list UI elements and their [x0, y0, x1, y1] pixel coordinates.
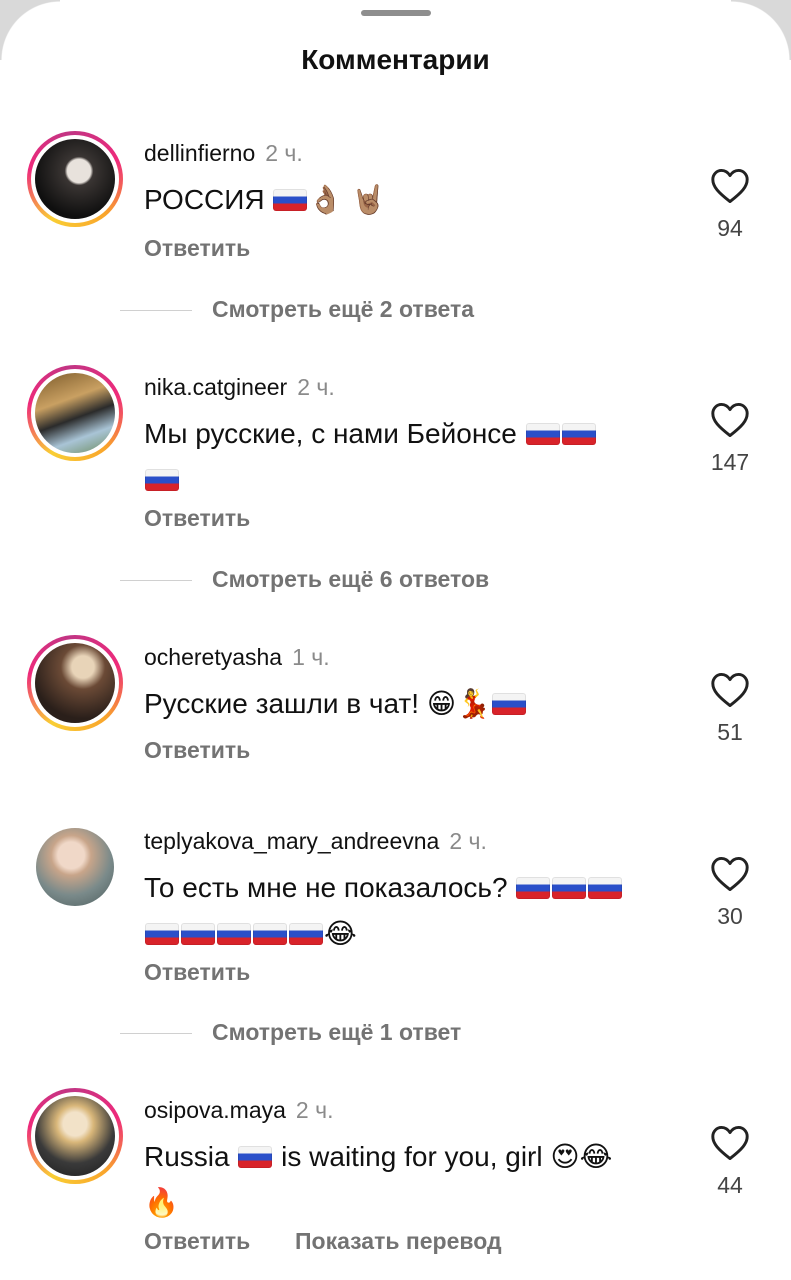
- russia-flag-icon: [253, 923, 287, 945]
- divider: [120, 310, 192, 311]
- reply-button[interactable]: Ответить: [144, 1228, 250, 1255]
- like-button[interactable]: 44: [708, 1125, 752, 1199]
- laugh-tears-emoji-icon: 😂: [579, 1140, 613, 1173]
- like-count: 30: [717, 903, 743, 929]
- russia-flag-icon: [273, 189, 308, 211]
- reply-button[interactable]: Ответить: [144, 959, 250, 986]
- heart-outline-icon: [711, 1125, 749, 1161]
- comment-text: То есть мне не показалось? 😂: [144, 865, 669, 957]
- russia-flag-icon: [145, 923, 179, 945]
- comment-username[interactable]: ocheretyasha: [144, 644, 282, 670]
- comment-text: Мы русские, с нами Бейонсе: [144, 411, 669, 503]
- russia-flag-icon: [238, 1146, 273, 1168]
- comment-time: 2 ч.: [297, 374, 335, 400]
- show-translation-button[interactable]: Показать перевод: [295, 1228, 502, 1255]
- russia-flag-icon: [145, 469, 179, 491]
- heart-outline-icon: [711, 402, 749, 438]
- comment-text: Русские зашли в чат! 😁💃: [144, 681, 669, 727]
- avatar[interactable]: [27, 635, 123, 731]
- comment-username[interactable]: nika.catgineer: [144, 374, 287, 400]
- reply-button[interactable]: Ответить: [144, 737, 250, 764]
- like-count: 51: [717, 719, 743, 745]
- laugh-tears-emoji-icon: 😂: [324, 917, 357, 950]
- grin-emoji-icon: 😁: [426, 687, 457, 720]
- avatar[interactable]: [36, 828, 114, 906]
- heart-outline-icon: [711, 672, 749, 708]
- heart-outline-icon: [711, 168, 749, 204]
- comments-sheet: Комментарии dellinfierno 2 ч. РОССИЯ 👌🏽 🤘…: [0, 0, 791, 1280]
- russia-flag-icon: [561, 423, 596, 445]
- like-count: 147: [710, 449, 750, 475]
- comment-time: 2 ч.: [449, 828, 487, 854]
- divider: [120, 580, 192, 581]
- comment-time: 2 ч.: [265, 140, 303, 166]
- like-button[interactable]: 94: [708, 168, 752, 242]
- russia-flag-icon: [181, 923, 215, 945]
- like-button[interactable]: 147: [708, 402, 752, 476]
- like-count: 44: [717, 1172, 743, 1198]
- drag-handle[interactable]: [361, 10, 431, 16]
- comment-username[interactable]: teplyakova_mary_andreevna: [144, 828, 439, 854]
- like-count: 94: [717, 215, 743, 241]
- divider: [120, 1033, 192, 1034]
- russia-flag-icon: [289, 923, 323, 945]
- russia-flag-icon: [525, 423, 560, 445]
- like-button[interactable]: 30: [708, 856, 752, 930]
- reply-button[interactable]: Ответить: [144, 505, 250, 532]
- russia-flag-icon: [516, 877, 551, 899]
- fire-emoji-icon: 🔥: [144, 1186, 179, 1219]
- comment-text: Russia is waiting for you, girl 😍😂 🔥: [144, 1140, 613, 1219]
- reply-button[interactable]: Ответить: [144, 235, 250, 262]
- russia-flag-icon: [491, 693, 526, 715]
- ok-hand-icon: 👌🏽: [308, 183, 344, 216]
- comment-username[interactable]: dellinfierno: [144, 140, 255, 166]
- comment-time: 1 ч.: [292, 644, 330, 670]
- heart-outline-icon: [711, 856, 749, 892]
- avatar[interactable]: [27, 365, 123, 461]
- comment-text: РОССИЯ 👌🏽 🤘🏽: [144, 183, 386, 216]
- russia-flag-icon: [217, 923, 251, 945]
- dancer-emoji-icon: 💃: [456, 687, 491, 720]
- page-title: Комментарии: [301, 44, 490, 75]
- russia-flag-icon: [588, 877, 623, 899]
- like-button[interactable]: 51: [708, 672, 752, 746]
- comment-time: 2 ч.: [295, 1097, 334, 1123]
- heart-eyes-emoji-icon: 😍: [550, 1140, 580, 1173]
- russia-flag-icon: [552, 877, 587, 899]
- avatar[interactable]: [27, 1088, 123, 1184]
- avatar[interactable]: [27, 131, 123, 227]
- rock-hand-icon: 🤘🏽: [351, 183, 386, 216]
- comment-username[interactable]: osipova.maya: [144, 1097, 286, 1123]
